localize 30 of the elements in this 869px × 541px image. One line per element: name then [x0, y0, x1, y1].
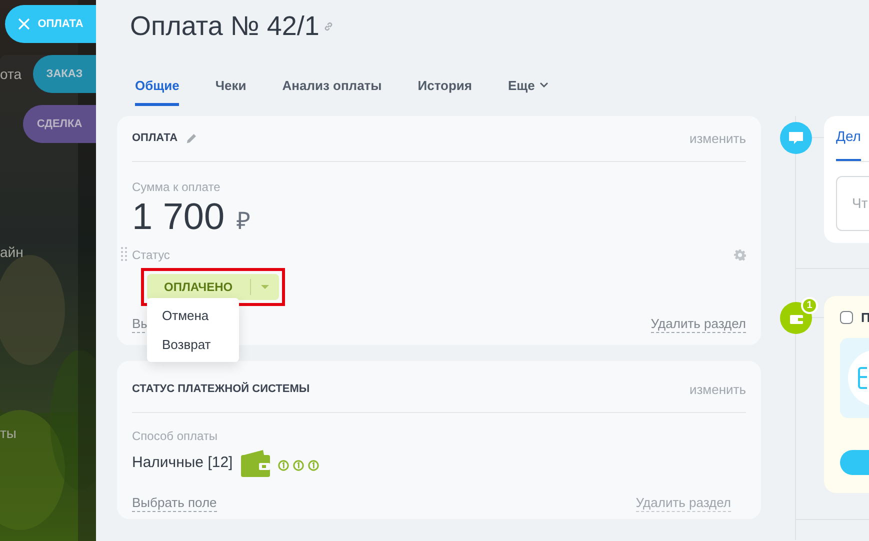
edit-link[interactable]: изменить — [689, 380, 746, 400]
payment-method: Наличные [12] — [132, 452, 233, 473]
section-title: СТАТУС ПЛАТЕЖНОЙ СИСТЕМЫ — [132, 381, 310, 398]
count-badge: 1 — [801, 297, 818, 314]
input-field[interactable]: Чт — [836, 176, 869, 231]
tab[interactable]: Еще — [508, 76, 549, 106]
field-label: Сумма к оплате — [132, 179, 220, 196]
currency: ₽ — [236, 207, 251, 237]
edit-link[interactable]: изменить — [689, 128, 746, 148]
section-title: ОПЛАТА — [132, 131, 178, 146]
delete-section-link[interactable]: Удалить раздел — [636, 495, 731, 512]
page-title: Оплата № 42/1 — [130, 10, 320, 43]
side-tab[interactable]: СДЕЛКА — [23, 105, 96, 143]
field-label: Статус — [132, 247, 170, 264]
background-text: ота — [0, 65, 22, 84]
background-text: ты — [0, 424, 16, 443]
amount: 1 700 — [132, 196, 225, 238]
side-tab[interactable]: ОПЛАТА — [5, 5, 96, 43]
tab[interactable]: История — [418, 76, 472, 106]
background-text: айн — [0, 243, 24, 262]
select-field-link[interactable]: Выбрать поле — [132, 495, 217, 512]
tab[interactable]: Анализ оплаты — [282, 76, 382, 106]
tab[interactable]: Дел — [836, 126, 861, 161]
side-tab[interactable]: ЗАКАЗ — [33, 55, 96, 93]
delete-section-link[interactable]: Удалить раздел — [650, 316, 746, 333]
menu-item[interactable]: Возврат — [147, 330, 239, 359]
tab[interactable]: Чеки — [215, 76, 246, 106]
tab[interactable]: Общие — [135, 76, 180, 106]
field-label: Способ оплаты — [132, 428, 218, 445]
status-dropdown[interactable]: ОПЛАЧЕНО — [147, 274, 279, 300]
